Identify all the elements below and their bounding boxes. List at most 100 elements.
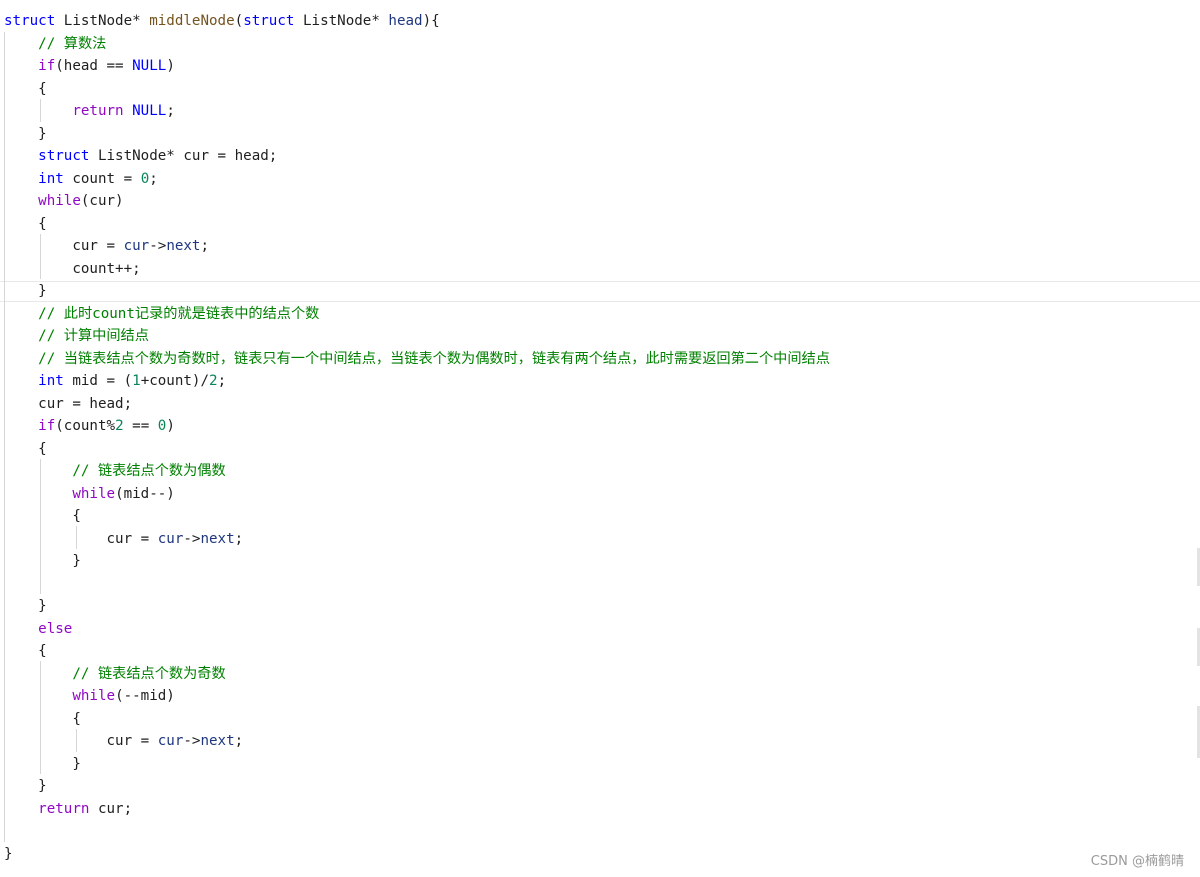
code-token: ; (149, 170, 158, 187)
code-line[interactable]: // 算数法 (4, 33, 1194, 56)
code-token: 0 (140, 170, 150, 187)
code-token: middleNode (149, 13, 235, 29)
code-line[interactable]: int count = 0; (4, 168, 1194, 191)
code-token: while (38, 193, 81, 209)
code-token: if (38, 58, 56, 74)
code-line[interactable]: ​ (4, 820, 1194, 843)
code-line[interactable]: } (4, 550, 1194, 573)
code-token: // 当链表结点个数为奇数时，链表只有一个中间结点，当链表个数为偶数时，链表有两… (38, 350, 830, 367)
code-lines[interactable]: struct ListNode* middleNode(struct ListN… (4, 10, 1194, 865)
code-line[interactable]: struct ListNode* cur = head; (4, 145, 1194, 168)
code-line[interactable]: // 此时count记录的就是链表中的结点个数 (4, 303, 1194, 326)
code-line[interactable]: // 当链表结点个数为奇数时，链表只有一个中间结点，当链表个数为偶数时，链表有两… (4, 348, 1194, 371)
code-token: while (72, 688, 116, 704)
code-line[interactable]: } (4, 595, 1194, 618)
code-token: } (4, 845, 13, 862)
code-line[interactable]: cur = cur->next; (4, 528, 1194, 551)
code-line[interactable]: cur = head; (4, 393, 1194, 416)
code-token: ; (200, 238, 210, 254)
code-token: ){ (422, 13, 440, 29)
code-line[interactable]: { (4, 438, 1194, 461)
code-token: mid = ( (72, 373, 133, 389)
code-token: 2 (115, 418, 124, 434)
code-line[interactable]: while(--mid) (4, 685, 1194, 708)
code-token: next (166, 238, 201, 254)
code-line[interactable]: { (4, 640, 1194, 663)
code-token: (--mid) (115, 688, 175, 704)
code-line[interactable]: ​ (4, 573, 1194, 596)
code-line[interactable]: { (4, 78, 1194, 101)
code-line[interactable]: if(head == NULL) (4, 55, 1194, 78)
code-token: (head == (55, 58, 133, 74)
code-token: 2 (209, 373, 218, 389)
code-token: struct (243, 13, 303, 29)
code-line[interactable]: // 计算中间结点 (4, 325, 1194, 348)
code-token: while (72, 485, 116, 502)
code-line[interactable]: return NULL; (4, 100, 1194, 123)
code-token: // 此时count记录的就是链表中的结点个数 (38, 305, 320, 322)
code-line[interactable]: return cur; (4, 798, 1194, 821)
code-line[interactable]: { (4, 505, 1194, 528)
code-line[interactable]: } (4, 843, 1194, 866)
code-token: if (38, 418, 56, 434)
code-token: -> (183, 530, 201, 547)
code-line[interactable]: } (4, 280, 1194, 303)
code-token: // 链表结点个数为奇数 (72, 665, 226, 682)
code-editor[interactable]: struct ListNode* middleNode(struct ListN… (0, 0, 1200, 877)
code-token: cur = (4, 733, 158, 749)
code-line[interactable]: count++; (4, 258, 1194, 281)
code-token: // 链表结点个数为偶数 (72, 463, 226, 479)
code-line[interactable]: { (4, 213, 1194, 236)
code-line[interactable]: cur = cur->next; (4, 730, 1194, 753)
code-token: { (4, 80, 47, 97)
code-line[interactable]: } (4, 753, 1194, 776)
code-token: { (4, 215, 47, 232)
code-token: return (38, 800, 98, 817)
code-line[interactable]: else (4, 618, 1194, 641)
code-line[interactable]: // 链表结点个数为奇数 (4, 663, 1194, 686)
code-line[interactable]: cur = cur->next; (4, 235, 1194, 258)
code-token: } (4, 778, 47, 794)
code-token: cur (157, 530, 184, 547)
code-token: cur (123, 238, 150, 254)
code-token: ; (217, 373, 227, 389)
code-line[interactable]: if(count%2 == 0) (4, 415, 1194, 438)
code-line[interactable]: while(mid--) (4, 483, 1194, 506)
code-token: head (388, 13, 423, 29)
code-token: } (4, 553, 81, 569)
code-token: { (4, 710, 81, 727)
code-token: ; (234, 530, 244, 547)
code-token: -> (149, 238, 167, 254)
code-token: struct (4, 13, 64, 29)
code-token: return (72, 103, 133, 119)
code-token: // 计算中间结点 (38, 328, 149, 344)
code-token: int (38, 373, 73, 389)
watermark-text: CSDN @楠鹤晴 (1090, 854, 1184, 869)
code-token: } (4, 598, 47, 614)
code-line[interactable]: struct ListNode* middleNode(struct ListN… (4, 10, 1194, 33)
code-line[interactable]: } (4, 123, 1194, 146)
code-token: next (200, 530, 235, 547)
code-line[interactable]: { (4, 708, 1194, 731)
code-token: (cur) (80, 193, 124, 209)
code-token: ) (166, 58, 175, 74)
code-line[interactable]: while(cur) (4, 190, 1194, 213)
code-line[interactable]: // 链表结点个数为偶数 (4, 460, 1194, 483)
code-token: ; (234, 733, 244, 749)
code-token: cur (157, 733, 184, 749)
code-line[interactable]: } (4, 775, 1194, 798)
code-line[interactable]: int mid = (1+count)/2; (4, 370, 1194, 393)
code-token: ( (234, 13, 244, 29)
code-token: ListNode* cur = head; (97, 148, 278, 164)
code-token: } (4, 283, 47, 299)
